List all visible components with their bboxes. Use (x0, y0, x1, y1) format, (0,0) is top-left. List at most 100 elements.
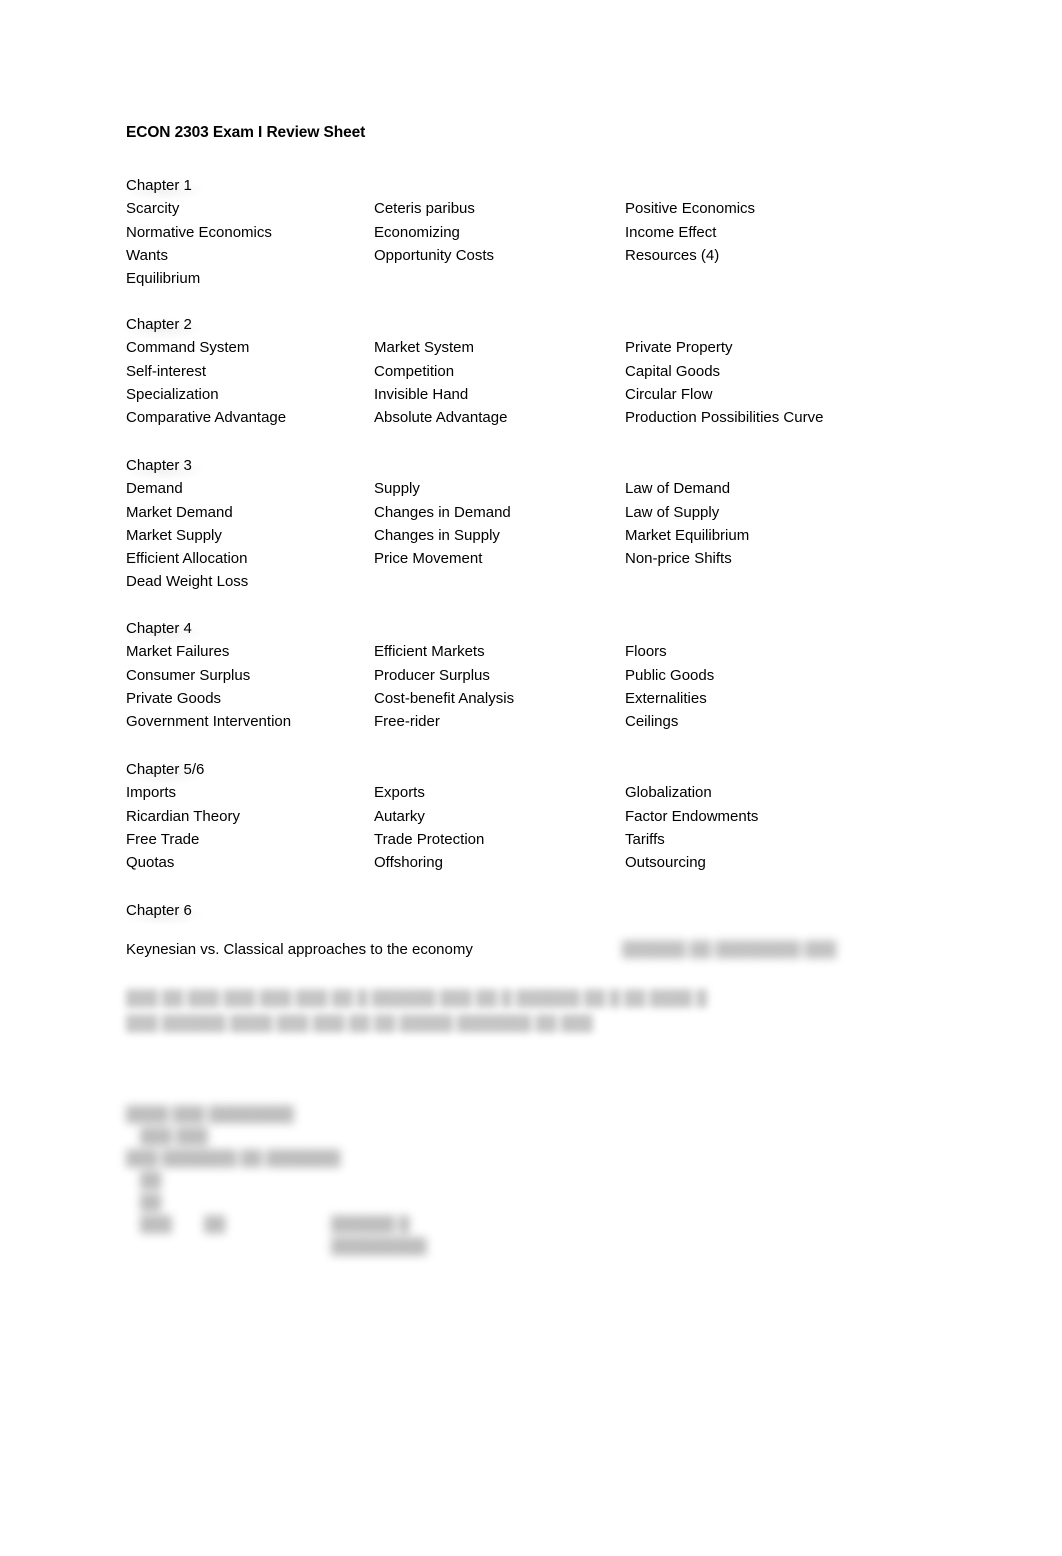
term: Opportunity Costs (374, 246, 495, 264)
term-row: Ricardian Theory Autarky Factor Endowmen… (126, 805, 986, 828)
term: Efficient Markets (374, 643, 485, 661)
term: Command System (126, 339, 250, 357)
document-page: ECON 2303 Exam I Review Sheet Chapter 1 … (0, 0, 1062, 1556)
term-row: Comparative Advantage Absolute Advantage… (126, 406, 986, 429)
redacted-paragraph-line: ███ ██ ███ ███ ███ ███ ██ █ ██████ ███ █… (126, 990, 707, 1007)
term: Floors (625, 643, 667, 661)
term: Wants (126, 246, 168, 264)
term: Changes in Supply (374, 526, 500, 544)
term: Scarcity (126, 200, 180, 218)
term-row: Dead Weight Loss (126, 570, 986, 593)
term: Free-rider (374, 713, 440, 731)
term: Private Goods (126, 689, 222, 707)
term-row: Consumer Surplus Producer Surplus Public… (126, 664, 986, 687)
redacted-paragraph-line: ███ ██████ ████ ███ ███ ██ ██ █████ ████… (126, 1015, 593, 1032)
term: Price Movement (374, 550, 483, 568)
term: Exports (374, 784, 425, 802)
term-row: Self-interest Competition Capital Goods (126, 360, 986, 383)
redacted-note: ██████ ██ ████████ ███ (622, 941, 837, 958)
term: Cost-benefit Analysis (374, 689, 515, 707)
redacted-block-line: ██ (140, 1194, 162, 1211)
term-row: Imports Exports Globalization (126, 781, 986, 804)
term: Factor Endowments (625, 807, 759, 825)
term: Market Failures (126, 643, 230, 661)
term-row: Scarcity Ceteris paribus Positive Econom… (126, 197, 986, 220)
term-row: Efficient Allocation Price Movement Non-… (126, 547, 986, 570)
page-title: ECON 2303 Exam I Review Sheet (126, 124, 366, 141)
term-row: Government Intervention Free-rider Ceili… (126, 710, 986, 733)
term-row: Market Supply Changes in Supply Market E… (126, 524, 986, 547)
term: Externalities (625, 689, 707, 707)
term: Capital Goods (625, 362, 721, 380)
chapter-section-3: Chapter 3 Demand Supply Law of Demand Ma… (122, 454, 986, 594)
term-row: Normative Economics Economizing Income E… (126, 221, 986, 244)
term: Tariffs (625, 830, 665, 848)
term: Government Intervention (126, 713, 292, 731)
redacted-block-line: ███ ███ (140, 1128, 208, 1145)
term: Changes in Demand (374, 503, 511, 521)
term: Self-interest (126, 362, 207, 380)
chapter-heading: Chapter 3 (122, 454, 204, 482)
term: Non-price Shifts (625, 550, 732, 568)
term: Market System (374, 339, 475, 357)
term: Comparative Advantage (126, 409, 287, 427)
chapter-heading: Chapter 1 (122, 174, 204, 202)
term: Consumer Surplus (126, 666, 251, 684)
chapter6-topic-line: Keynesian vs. Classical approaches to th… (126, 941, 473, 958)
term: Resources (4) (625, 246, 720, 264)
term: Market Demand (126, 503, 233, 521)
term: Producer Surplus (374, 666, 490, 684)
redacted-paragraph: ███ ██ ███ ███ ███ ███ ██ █ ██████ ███ █… (126, 986, 926, 1036)
term: Market Equilibrium (625, 526, 750, 544)
chapter-section-6: Chapter 6 (122, 899, 986, 927)
redacted-block-cell: ███ (140, 1216, 172, 1233)
term: Free Trade (126, 830, 200, 848)
term: Ricardian Theory (126, 807, 240, 825)
chapter-heading: Chapter 5/6 (121, 758, 205, 786)
term: Efficient Allocation (126, 550, 248, 568)
redacted-block-cell: ██ (204, 1216, 226, 1233)
term: Normative Economics (126, 223, 272, 241)
redacted-block-line: ███ ███████ ██ ███████ (126, 1150, 341, 1167)
term: Circular Flow (625, 385, 713, 403)
term: Trade Protection (374, 830, 485, 848)
term: Ceilings (625, 713, 679, 731)
chapter-section-1: Chapter 1 Scarcity Ceteris paribus Posit… (122, 174, 986, 290)
term: Specialization (126, 385, 219, 403)
term: Demand (126, 480, 183, 498)
term-row: Wants Opportunity Costs Resources (4) (126, 244, 986, 267)
term: Production Possibilities Curve (625, 409, 824, 427)
redacted-block: ████ ███ ████████ ███ ███ ███ ███████ ██… (126, 1104, 427, 1255)
chapter-heading: Chapter 2 (122, 313, 204, 341)
term-row: Specialization Invisible Hand Circular F… (126, 383, 986, 406)
term: Invisible Hand (374, 385, 469, 403)
term: Ceteris paribus (374, 200, 475, 218)
chapter-section-2: Chapter 2 Command System Market System P… (122, 313, 986, 429)
term: Autarky (374, 807, 425, 825)
redacted-block-line: ████ ███ ████████ (126, 1106, 294, 1123)
chapter-heading: Chapter 4 (122, 617, 204, 645)
term-row: Market Failures Efficient Markets Floors (126, 640, 986, 663)
term: Quotas (126, 854, 175, 872)
term: Income Effect (625, 223, 717, 241)
term: Law of Supply (625, 503, 720, 521)
term: Imports (126, 784, 177, 802)
term: Market Supply (126, 526, 222, 544)
term: Absolute Advantage (374, 409, 508, 427)
term: Economizing (374, 223, 460, 241)
chapter-heading: Chapter 6 (122, 899, 204, 927)
term-row: Equilibrium (126, 267, 986, 290)
term-row: Quotas Offshoring Outsourcing (126, 851, 986, 874)
chapter-section-4: Chapter 4 Market Failures Efficient Mark… (122, 617, 986, 733)
term-row: Market Demand Changes in Demand Law of S… (126, 501, 986, 524)
term: Dead Weight Loss (126, 573, 249, 591)
term: Private Property (625, 339, 733, 357)
term: Globalization (625, 784, 712, 802)
term: Outsourcing (625, 854, 706, 872)
chapter-section-5-6: Chapter 5/6 Imports Exports Globalizatio… (121, 758, 986, 874)
redacted-block-row: ███ ██ ██████ █ █████████ (126, 1214, 427, 1255)
term-row: Private Goods Cost-benefit Analysis Exte… (126, 687, 986, 710)
term-row: Free Trade Trade Protection Tariffs (126, 828, 986, 851)
term-row: Command System Market System Private Pro… (126, 336, 986, 359)
term: Public Goods (625, 666, 715, 684)
